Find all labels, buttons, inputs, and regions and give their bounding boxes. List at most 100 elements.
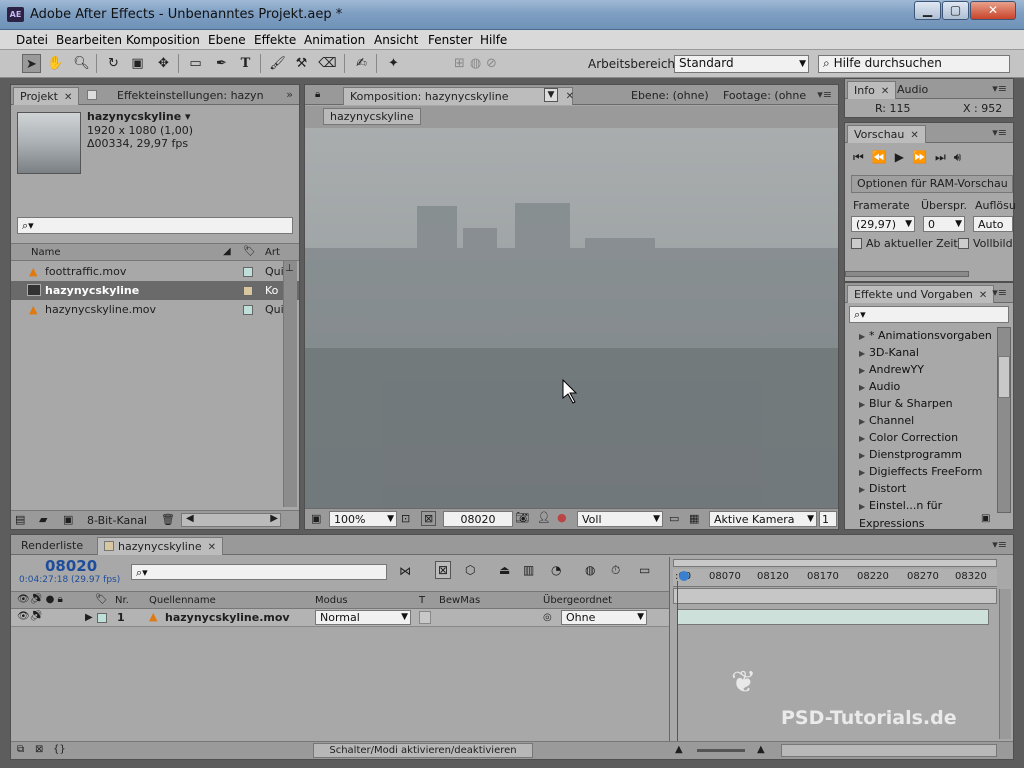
track-matte-box[interactable] [419,611,431,624]
motion-blur-icon[interactable]: ◔ [551,563,561,577]
label-tag-icon[interactable]: 🏷︎ [95,594,108,605]
comp-viewer[interactable] [305,128,838,508]
item-name[interactable]: hazynycskyline ▾ [87,110,191,123]
col-t[interactable]: T [419,595,425,606]
pick-whip-icon[interactable]: ◎ [543,612,552,623]
menu-komposition[interactable]: Komposition [126,33,200,47]
label-tag-icon[interactable]: 🏷︎ [243,246,256,257]
list-item[interactable]: ▶ * Animationsvorgaben [845,327,997,344]
current-time-indicator[interactable] [679,571,689,581]
time-ruler[interactable]: :00 08070 08120 08170 08220 08270 08320 [673,569,997,587]
tab-renderliste[interactable]: Renderliste [15,537,89,555]
eraser-tool-icon[interactable]: ⌫ [318,54,337,73]
timeline-search-input[interactable]: ⌕▾ [131,564,387,580]
hand-tool-icon[interactable]: ✋ [46,54,65,73]
list-item[interactable]: ▶ Blur & Sharpen [845,395,997,412]
new-composition-icon[interactable]: ▣ [63,513,73,526]
pen-tool-icon[interactable]: ✒ [212,54,231,73]
layer-duration-bar[interactable] [677,609,989,625]
col-track-matte[interactable]: BewMas [439,595,480,606]
in-out-icon[interactable]: {} [53,744,66,755]
ram-preview-options[interactable]: Optionen für RAM-Vorschau [851,175,1013,193]
show-snapshot-icon[interactable]: 👤︎ [537,511,551,524]
flowchart-icon[interactable]: ⊥ [285,263,294,274]
camera-tool-icon[interactable]: ▣ [128,54,147,73]
comp-name-chip[interactable]: hazynycskyline [323,108,421,125]
always-preview-icon[interactable]: ▣ [311,512,321,525]
camera-dropdown[interactable]: Aktive Kamera ▼ [709,511,817,527]
panel-menu-icon[interactable]: ▾≡ [992,82,1007,95]
last-frame-icon[interactable]: ⏭ [935,150,954,164]
list-item[interactable]: ▶ Audio [845,378,997,395]
col-mode[interactable]: Modus [315,595,348,606]
tab-footage[interactable]: Footage: (ohne [717,87,812,105]
col-source[interactable]: Quellenname [149,595,216,606]
rectangle-mask-tool-icon[interactable]: ▭ [186,54,205,73]
minimize-button[interactable]: ▁ [914,1,941,20]
work-area-bar[interactable] [673,559,997,567]
play-icon[interactable]: ▶ [895,150,912,164]
project-scrollbar[interactable]: ⊥ [283,261,297,507]
skip-dropdown[interactable]: 0 ▼ [923,216,965,232]
menu-hilfe[interactable]: Hilfe [480,33,507,47]
horizontal-scrollbar[interactable]: ◀ ▶ [181,513,281,527]
tab-layer[interactable]: Ebene: (ohne) [575,87,715,105]
auto-keyframe-icon[interactable]: ⏱ [611,563,620,578]
roto-brush-tool-icon[interactable]: ✍ [352,54,371,73]
zoom-out-icon[interactable]: ▲ [675,744,683,755]
list-item[interactable]: ▶ Digieffects FreeForm [845,463,997,480]
safe-zones-icon[interactable]: ⊡ [401,512,410,525]
resolution-dropdown[interactable]: Voll ▼ [577,511,663,527]
transfer-controls-icon[interactable]: ⊠ [35,744,43,755]
menu-animation[interactable]: Animation [304,33,365,47]
pan-behind-tool-icon[interactable]: ✥ [154,54,173,73]
time-navigator[interactable] [673,588,997,604]
effects-scrollbar[interactable] [997,327,1011,513]
visibility-icon[interactable]: 👁︎🔊︎ [17,611,42,622]
col-type[interactable]: Art [265,247,280,258]
menu-effekte[interactable]: Effekte [254,33,296,47]
rotate-tool-icon[interactable]: ↻ [104,54,123,73]
new-preset-icon[interactable]: ▣ [981,513,990,524]
clone-stamp-tool-icon[interactable]: ⚒ [292,54,311,73]
panel-menu-icon[interactable]: ▾≡ [992,538,1007,551]
switch-modes-button[interactable]: Schalter/Modi aktivieren/deaktivieren [313,743,533,758]
transparency-grid-icon[interactable]: ▦ [689,512,699,525]
puppet-pin-tool-icon[interactable]: ✦ [384,54,403,73]
timeline-horizontal-scrollbar[interactable] [781,744,997,757]
trash-icon[interactable]: 🗑︎ [161,513,175,526]
views-dropdown[interactable]: 1 A [819,511,837,527]
new-folder-icon[interactable]: ▰ [39,513,47,526]
previous-frame-icon[interactable]: ⏪ [872,150,895,164]
list-item[interactable]: ▶ Dienstprogramm [845,446,997,463]
brush-tool-icon[interactable]: 🖌︎ [268,54,287,73]
project-item-row[interactable]: ▲ hazynycskyline.mov Qui [11,300,299,319]
effects-search-input[interactable]: ⌕▾ [849,306,1009,323]
brainstorm-icon[interactable]: ◍ [585,563,595,577]
project-item-row-selected[interactable]: hazynycskyline Ko [11,281,299,300]
close-button[interactable]: ✕ [970,1,1016,20]
timeline-vertical-scrollbar[interactable] [999,589,1011,739]
from-current-checkbox[interactable] [851,238,862,249]
fullscreen-checkbox[interactable] [958,238,969,249]
after-effects-app-icon[interactable]: AE [7,7,24,22]
menu-ebene[interactable]: Ebene [208,33,246,47]
channels-icon[interactable]: ● [557,511,567,524]
tab-projekt[interactable]: Projekt ✕ [13,87,80,105]
bit-depth-label[interactable]: 8-Bit-Kanal [87,514,147,527]
selection-tool-icon[interactable]: ➤ [22,54,41,73]
maximize-button[interactable]: ▢ [942,1,969,20]
help-search-field[interactable]: ⌕ Hilfe durchsuchen [818,55,1010,73]
draft-3d-icon[interactable]: ⬡ [465,563,475,577]
list-item[interactable]: ▶ AndrewYY [845,361,997,378]
preview-scrollbar[interactable] [845,271,969,277]
zoom-dropdown[interactable]: 100% ▼ [329,511,397,527]
panel-menu-icon[interactable]: ▾≡ [992,286,1007,299]
first-frame-icon[interactable]: ⏮ [853,150,872,164]
interpret-footage-icon[interactable]: ▤ [15,513,25,526]
framerate-dropdown[interactable]: (29,97) ▼ [851,216,915,232]
menu-ansicht[interactable]: Ansicht [374,33,418,47]
tab-timeline-comp[interactable]: hazynycskyline ✕ [97,537,223,555]
layer-mode-dropdown[interactable]: Normal ▼ [315,610,411,625]
current-time-field[interactable]: 08020 [443,511,513,527]
